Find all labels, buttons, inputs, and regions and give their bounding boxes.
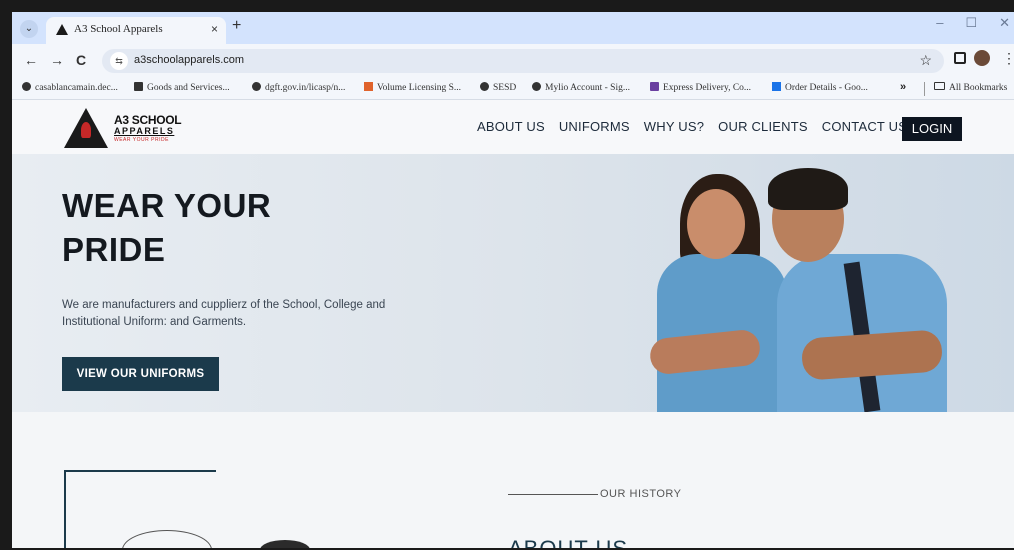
girl-face	[687, 189, 745, 259]
tab-title: A3 School Apparels	[74, 23, 163, 35]
bookmark-item[interactable]: casablancamain.dec...	[22, 82, 118, 93]
nav-our-clients[interactable]: OUR CLIENTS	[718, 119, 808, 134]
mylio-icon	[532, 82, 541, 91]
bookmark-item[interactable]: Goods and Services...	[134, 82, 230, 93]
fedex-icon	[650, 82, 659, 91]
bookmark-item[interactable]: SESD	[480, 82, 516, 93]
site-logo[interactable]: A3 SCHOOL APPARELS WEAR YOUR PRIDE	[64, 108, 194, 150]
address-bar[interactable]: ⇆ a3schoolapparels.com ☆	[102, 49, 944, 73]
login-button[interactable]: LOGIN	[902, 117, 962, 141]
maximize-icon[interactable]: ☐	[965, 15, 977, 31]
about-us-heading: ABOUT US	[508, 536, 628, 548]
hero-section: WEAR YOUR PRIDE We are manufacturers and…	[12, 154, 1014, 412]
minimize-icon[interactable]: –	[936, 15, 943, 31]
close-tab-icon[interactable]: ×	[211, 22, 218, 36]
history-divider	[508, 494, 598, 495]
about-section: OUR HISTORY ABOUT US	[12, 412, 1014, 548]
url-text[interactable]: a3schoolapparels.com	[134, 54, 244, 66]
browser-window: ⌄ A3 School Apparels × + – ☐ ✕ ← → C ⇆ a…	[12, 12, 1014, 548]
globe-icon	[22, 82, 31, 91]
window-controls: – ☐ ✕	[936, 15, 1010, 31]
site-info-icon[interactable]: ⇆	[110, 52, 128, 70]
view-uniforms-button[interactable]: VIEW OUR UNIFORMS	[62, 357, 219, 391]
menu-kebab-icon[interactable]: ⋮	[1002, 50, 1014, 67]
bookmark-item[interactable]: Order Details - Goo...	[772, 82, 868, 93]
about-image-partial	[122, 530, 212, 548]
reload-icon[interactable]: C	[76, 52, 86, 68]
tab-search-icon[interactable]: ⌄	[20, 20, 38, 38]
tab-strip: ⌄ A3 School Apparels × + – ☐ ✕	[12, 12, 1014, 44]
main-nav: ABOUT US UNIFORMS WHY US? OUR CLIENTS CO…	[477, 119, 907, 134]
bookmark-star-icon[interactable]: ☆	[919, 52, 932, 69]
bookmark-item[interactable]: dgft.gov.in/licasp/n...	[252, 82, 345, 93]
bookmark-item[interactable]: Mylio Account - Sig...	[532, 82, 630, 93]
boy-hair	[768, 168, 848, 210]
new-tab-button[interactable]: +	[232, 17, 241, 35]
nav-uniforms[interactable]: UNIFORMS	[559, 119, 630, 134]
nav-why-us[interactable]: WHY US?	[644, 119, 704, 134]
bookmarks-bar: casablancamain.dec... Goods and Services…	[12, 78, 1014, 100]
side-panel-icon[interactable]	[954, 52, 966, 64]
nav-contact-us[interactable]: CONTACT US	[822, 119, 907, 134]
drive-icon	[772, 82, 781, 91]
globe-icon	[480, 82, 489, 91]
nav-about-us[interactable]: ABOUT US	[477, 119, 545, 134]
folder-icon	[934, 82, 945, 90]
all-bookmarks[interactable]: All Bookmarks	[934, 82, 1007, 93]
microsoft-icon	[364, 82, 373, 91]
tab-a3-school-apparels[interactable]: A3 School Apparels ×	[46, 17, 226, 44]
logo-flame-icon	[81, 122, 91, 138]
close-window-icon[interactable]: ✕	[999, 15, 1010, 31]
bookmark-item[interactable]: Volume Licensing S...	[364, 82, 461, 93]
bookmarks-more-icon[interactable]: »	[900, 81, 906, 93]
hero-description: We are manufacturers and cupplierz of th…	[62, 299, 386, 328]
logo-name: A3 SCHOOL	[114, 113, 182, 127]
logo-subtitle: APPARELS	[114, 126, 175, 136]
back-icon[interactable]: ←	[24, 52, 38, 68]
bookmark-favicon-icon	[134, 82, 143, 91]
globe-icon	[252, 82, 261, 91]
our-history-label: OUR HISTORY	[600, 488, 682, 500]
site-favicon-icon	[56, 24, 68, 35]
about-image-partial-dark	[260, 540, 310, 548]
bookmark-item[interactable]: Express Delivery, Co...	[650, 82, 751, 93]
decorative-frame-left	[64, 470, 66, 548]
hero-title: WEAR YOUR PRIDE	[62, 187, 272, 268]
profile-avatar[interactable]	[974, 50, 990, 66]
site-header: A3 SCHOOL APPARELS WEAR YOUR PRIDE ABOUT…	[12, 100, 1014, 154]
logo-tagline: WEAR YOUR PRIDE	[114, 137, 169, 143]
forward-icon[interactable]: →	[50, 52, 64, 68]
browser-toolbar: ← → C ⇆ a3schoolapparels.com ☆ ⋮	[12, 44, 1014, 78]
decorative-frame-top	[64, 470, 216, 472]
bookmarks-separator	[924, 82, 925, 96]
